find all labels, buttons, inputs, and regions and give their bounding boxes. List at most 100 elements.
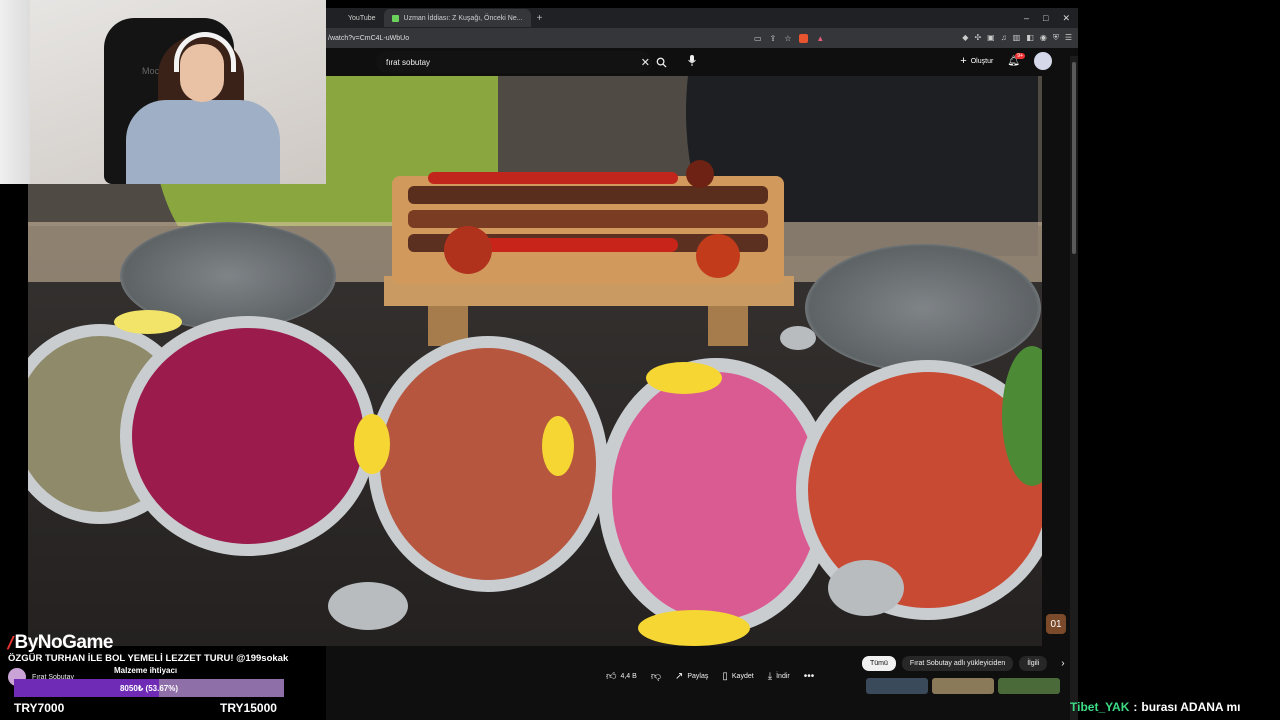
clear-search-icon[interactable]: ✕ (641, 56, 650, 69)
new-tab-button[interactable]: + (531, 13, 549, 24)
red-cabbage-salad (132, 328, 364, 544)
thumbs-down-icon: 👎︎ (650, 671, 661, 682)
donation-goal-label: Malzeme ihtiyacı (114, 666, 178, 675)
chevron-right-icon[interactable]: › (1061, 658, 1064, 669)
window-controls: – □ ✕ (1024, 13, 1078, 24)
youtube-icon (336, 15, 343, 22)
roasted-tomato (686, 160, 714, 188)
split-icon[interactable]: ◧ (1026, 33, 1034, 43)
chip-all[interactable]: Tümü (862, 656, 896, 671)
recommendation-chips: Tümü Fırat Sobutay adlı yükleyiciden İlg… (862, 656, 1065, 671)
extensions-area: ◆ ✣ ▣ ♫ ▥ ◧ ◉ ⛨ ☰ (962, 33, 1072, 43)
share-label: Paylaş (687, 672, 709, 680)
header-actions: + Oluştur 🔔︎ 9+ (960, 52, 1052, 70)
share-page-icon[interactable]: ⇪ (770, 34, 777, 43)
kebab-skewer (408, 186, 768, 204)
channel-watermark[interactable]: 01 (1046, 614, 1066, 634)
url-text[interactable]: /watch?v=CmC4L-uWbUo (326, 35, 409, 42)
menu-icon[interactable]: ☰ (1065, 33, 1072, 43)
maximize-icon[interactable]: □ (1043, 13, 1048, 24)
music-icon[interactable]: ♫ (1001, 33, 1007, 43)
lemon-slice (542, 416, 574, 476)
board-leg (708, 306, 748, 346)
share-icon: ↗ (674, 670, 684, 682)
search-input[interactable]: fırat sobutay ✕ (376, 51, 652, 73)
donation-goal-max: TRY15000 (220, 701, 277, 715)
lemon-slice (114, 310, 182, 334)
tab-bar: YouTube Uzman İddiası: Z Kuşağı, Önceki … (326, 8, 1078, 28)
screen: Mocken YouTube Uzman İddiası: Z Kuşağı, … (0, 0, 1280, 720)
share-button[interactable]: ↗ Paylaş (675, 671, 708, 682)
chip-from-uploader[interactable]: Fırat Sobutay adlı yükleyiciden (901, 656, 1014, 671)
webcam-overlay: Mocken (0, 0, 326, 184)
plus-icon: + (960, 55, 967, 67)
spoon (828, 560, 904, 616)
spoon (328, 582, 408, 630)
save-button[interactable]: ▯ Kaydet (722, 671, 753, 682)
video-thumbnail[interactable] (932, 678, 994, 694)
extension-icon[interactable]: ◆ (962, 33, 968, 43)
streamer-sweater (126, 100, 280, 184)
warning-icon[interactable]: ▲ (816, 34, 824, 43)
dislike-button[interactable]: 👎︎ (651, 670, 661, 682)
download-label: İndir (776, 672, 790, 680)
mic-icon[interactable] (688, 55, 696, 69)
video-actions: 👍︎ 4,4 B 👎︎ ↗ Paylaş ▯ Kaydet ⤓ İndir ••… (606, 670, 815, 683)
video-thumbnail[interactable] (866, 678, 928, 694)
donation-goal-bar: 8050₺ (53.67%) (14, 679, 284, 697)
minimize-icon[interactable]: – (1024, 13, 1029, 24)
address-bar[interactable]: /watch?v=CmC4L-uWbUo ▭ ⇪ ☆ ▲ ◆ ✣ ▣ ♫ ▥ ◧… (326, 28, 1078, 48)
pickled-radish (612, 372, 820, 620)
tab-article[interactable]: Uzman İddiası: Z Kuşağı, Önceki Ne... (383, 9, 531, 27)
donation-goal-min: TRY7000 (14, 701, 65, 715)
more-horizontal-icon: ••• (803, 670, 815, 682)
brave-shield-icon[interactable] (799, 33, 809, 43)
notification-badge: 9+ (1015, 52, 1025, 59)
youtube-header: fırat sobutay ✕ + Oluştur 🔔︎ 9+ (326, 48, 1078, 76)
like-count: 4,4 B (620, 672, 637, 680)
sidebar-icon[interactable]: ▥ (1013, 33, 1021, 43)
bookmark-star-icon[interactable]: ☆ (784, 34, 791, 43)
kebab-skewer (408, 210, 768, 228)
video-thumbnail[interactable] (998, 678, 1060, 694)
roasted-pepper (478, 238, 678, 252)
puzzle-icon[interactable]: ✣ (974, 33, 981, 43)
account-avatar[interactable] (1034, 52, 1052, 70)
logo-text: ByNoGame (14, 632, 114, 653)
tab-label: YouTube (348, 14, 376, 22)
page-icon (391, 14, 399, 22)
profile-icon[interactable]: ◉ (1040, 33, 1047, 43)
lemon-slice (638, 610, 750, 646)
bookmark-icon: ▯ (722, 670, 728, 682)
scrollbar-thumb[interactable] (1072, 62, 1076, 254)
spoon (780, 326, 816, 350)
address-bar-icons: ▭ ⇪ ☆ ▲ ◆ ✣ ▣ ♫ ▥ ◧ ◉ ⛨ ☰ (754, 33, 1072, 43)
recommended-thumbnails (866, 678, 1060, 694)
roasted-pepper (428, 172, 678, 184)
download-button[interactable]: ⤓ İndir (768, 671, 790, 682)
search-button[interactable] (654, 51, 668, 73)
vpn-icon[interactable]: ⛨ (1053, 33, 1059, 43)
tab-label: Uzman İddiası: Z Kuşağı, Önceki Ne... (403, 14, 523, 22)
microphone-icon (688, 55, 696, 66)
close-window-icon[interactable]: ✕ (1062, 13, 1070, 24)
download-icon: ⤓ (767, 670, 773, 682)
tab-youtube[interactable]: YouTube (328, 9, 384, 27)
create-label: Oluştur (970, 57, 994, 65)
notifications-button[interactable]: 🔔︎ 9+ (1007, 52, 1025, 67)
roasted-tomato (696, 234, 740, 278)
bynogame-logo: / ByNoGame (5, 632, 114, 654)
more-actions-button[interactable]: ••• (804, 671, 815, 682)
chip-related[interactable]: İlgili (1019, 656, 1048, 671)
donation-goal-text: 8050₺ (53.67%) (119, 683, 179, 693)
stream-title: ÖZGÜR TURHAN İLE BOL YEMELİ LEZZET TURU!… (8, 653, 289, 664)
lemon-slice (646, 362, 722, 394)
thumbs-up-icon: 👍︎ (606, 671, 617, 682)
webcam-wall (0, 0, 30, 184)
like-button[interactable]: 👍︎ 4,4 B (606, 670, 637, 682)
cast-icon[interactable]: ▭ (754, 34, 762, 43)
chat-username: Tibet_YAK (1070, 700, 1130, 714)
wallet-icon[interactable]: ▣ (987, 33, 995, 43)
page-scrollbar[interactable] (1070, 56, 1078, 720)
create-button[interactable]: + Oluştur (960, 55, 993, 67)
